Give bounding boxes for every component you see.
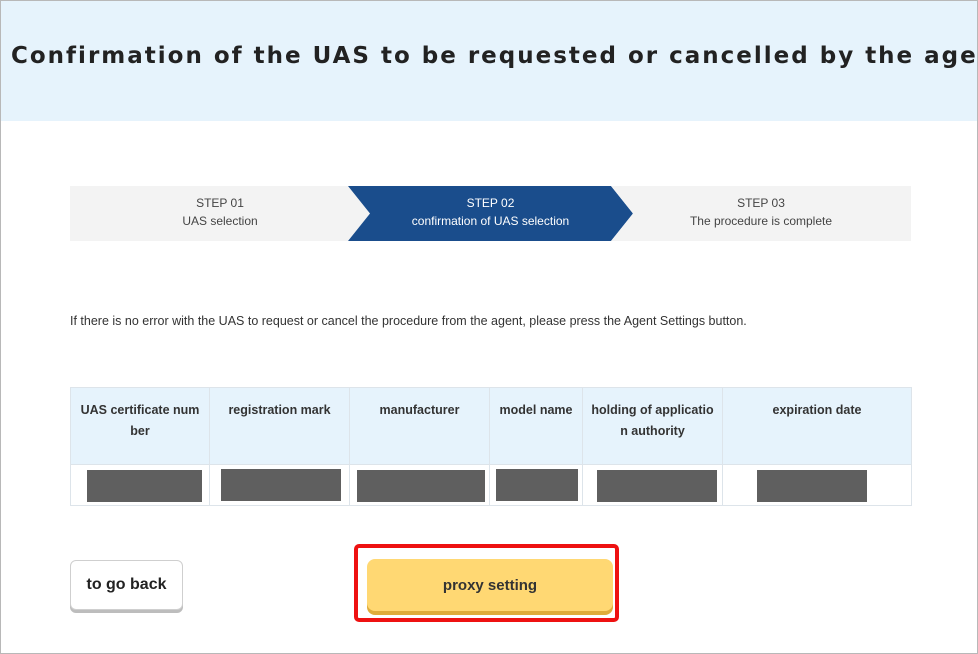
redacted-value — [221, 469, 341, 501]
page-title: Confirmation of the UAS to be requested … — [11, 43, 978, 69]
cell-manufacturer — [349, 464, 490, 506]
step-3-number: STEP 03 — [737, 196, 785, 210]
step-2-active: STEP 02 confirmation of UAS selection — [348, 186, 633, 241]
step-indicator: STEP 01 UAS selection STEP 02 confirmati… — [70, 186, 911, 241]
back-button[interactable]: to go back — [70, 560, 183, 610]
cell-holding-of-application-authority — [582, 464, 723, 506]
step-1-label: UAS selection — [182, 214, 258, 228]
col-manufacturer: manufacturer — [349, 387, 490, 465]
page-frame: Confirmation of the UAS to be requested … — [0, 0, 978, 654]
redacted-value — [87, 470, 202, 502]
step-1: STEP 01 UAS selection — [70, 186, 370, 241]
cell-registration-mark — [209, 464, 350, 506]
col-holding-of-application-authority: holding of application authority — [582, 387, 723, 465]
col-registration-mark: registration mark — [209, 387, 350, 465]
table-header-row: UAS certificate number registration mark… — [70, 387, 912, 465]
step-1-number: STEP 01 — [196, 196, 244, 210]
cell-model-name — [489, 464, 583, 506]
step-3: STEP 03 The procedure is complete — [611, 186, 911, 241]
redacted-value — [757, 470, 867, 502]
proxy-setting-button[interactable]: proxy setting — [367, 559, 613, 611]
cell-expiration-date — [722, 464, 912, 506]
table-row — [70, 464, 912, 506]
redacted-value — [496, 469, 578, 501]
col-expiration-date: expiration date — [722, 387, 912, 465]
uas-table: UAS certificate number registration mark… — [70, 387, 912, 506]
col-model-name: model name — [489, 387, 583, 465]
redacted-value — [357, 470, 485, 502]
redacted-value — [597, 470, 717, 502]
instruction-text: If there is no error with the UAS to req… — [70, 314, 747, 328]
cell-uas-certificate-number — [70, 464, 210, 506]
step-3-label: The procedure is complete — [689, 214, 833, 228]
step-2-label: confirmation of UAS selection — [411, 214, 570, 228]
step-2-number: STEP 02 — [466, 196, 515, 210]
col-uas-certificate-number: UAS certificate number — [70, 387, 210, 465]
page-header: Confirmation of the UAS to be requested … — [1, 1, 978, 121]
